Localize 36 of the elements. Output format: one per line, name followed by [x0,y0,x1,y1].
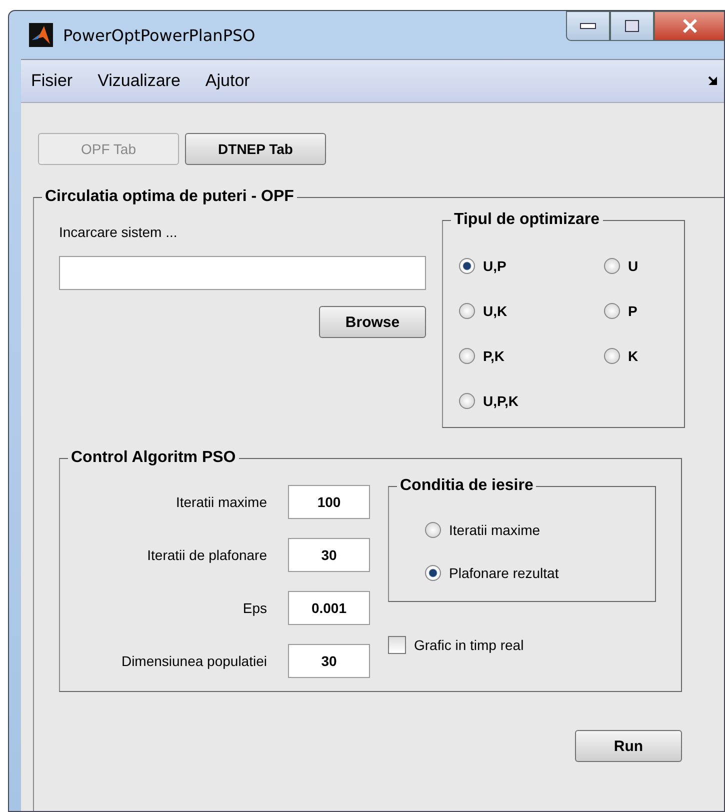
input-field[interactable] [59,256,426,290]
radio-option[interactable]: Plafonare rezultat [425,560,655,585]
field-label: Iteratii de plafonare [147,547,267,563]
radio-option[interactable]: P,K [459,343,604,368]
field-label: Iteratii maxime [176,494,267,510]
menu-item[interactable]: Ajutor [205,71,250,91]
input-field[interactable]: 0.001 [288,591,370,625]
radio-option[interactable]: U,P,K [459,388,604,413]
group-title: Circulatia optima de puteri - OPF [42,187,297,207]
input-field[interactable]: 30 [288,644,370,678]
close-icon [682,19,698,33]
app-icon [29,23,53,47]
window-title: PowerOptPowerPlanPSO [63,26,256,44]
menu-item[interactable]: Vizualizare [98,71,180,91]
radio-option[interactable]: U [604,253,684,278]
group-title: Tipul de optimizare [451,210,602,230]
field-label: Incarcare sistem ... [59,224,178,240]
close-button[interactable] [654,11,724,41]
radio-option[interactable]: P [604,298,684,323]
dock-arrow-icon[interactable] [708,76,718,86]
input-field[interactable]: 30 [288,538,370,572]
radio-option[interactable]: U,K [459,298,604,323]
browse-button[interactable]: Browse [319,306,426,338]
tab[interactable]: DTNEP Tab [185,133,326,165]
minimize-button[interactable] [566,11,610,41]
input-field[interactable]: 100 [288,485,370,519]
group-title: Control Algoritm PSO [68,448,239,468]
maximize-button[interactable] [610,11,654,41]
radio-option[interactable]: U,P [459,253,604,278]
checkbox[interactable]: Grafic in timp real [388,636,656,654]
menu-item[interactable]: Fisier [31,71,73,91]
field-label: Dimensiunea populatiei [121,653,267,669]
field-label: Eps [242,600,267,616]
run-button[interactable]: Run [575,730,682,762]
radio-option[interactable]: Iteratii maxime [425,517,655,542]
radio-option[interactable]: K [604,343,684,368]
